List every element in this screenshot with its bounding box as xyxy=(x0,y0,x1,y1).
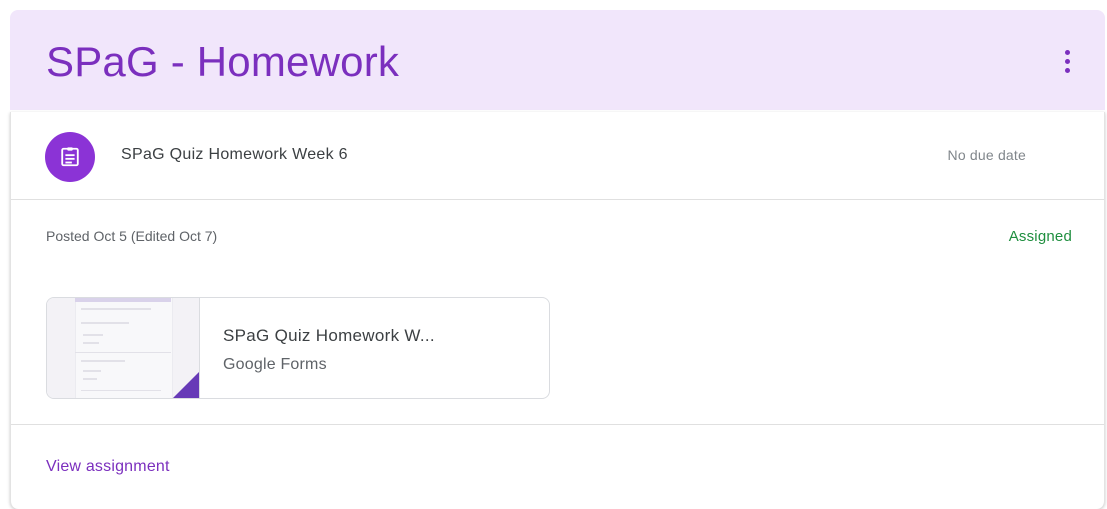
assignment-title[interactable]: SPaG Quiz Homework Week 6 xyxy=(121,146,348,164)
more-vert-icon xyxy=(1064,49,1070,55)
attachment-card[interactable]: SPaG Quiz Homework W... Google Forms xyxy=(46,297,550,399)
assignment-icon xyxy=(45,132,95,182)
attachment-type: Google Forms xyxy=(223,356,327,373)
view-assignment-link[interactable]: View assignment xyxy=(46,458,170,476)
attachment-thumbnail xyxy=(47,298,200,398)
assignment-header-row[interactable]: SPaG Quiz Homework Week 6 No due date xyxy=(11,112,1104,200)
more-options-button[interactable] xyxy=(1047,41,1087,81)
topic-header: SPaG - Homework xyxy=(10,10,1105,110)
posted-date: Posted Oct 5 (Edited Oct 7) xyxy=(46,228,218,244)
card-divider xyxy=(11,424,1104,425)
topic-title: SPaG - Homework xyxy=(46,38,400,85)
attachment-title: SPaG Quiz Homework W... xyxy=(223,326,435,345)
google-forms-icon xyxy=(173,372,199,398)
status-badge: Assigned xyxy=(1008,228,1072,245)
due-date: No due date xyxy=(947,147,1026,163)
classwork-page: SPaG - Homework SPaG Quiz Homework Week … xyxy=(0,0,1107,509)
assignment-card: SPaG Quiz Homework Week 6 No due date Po… xyxy=(10,112,1105,509)
